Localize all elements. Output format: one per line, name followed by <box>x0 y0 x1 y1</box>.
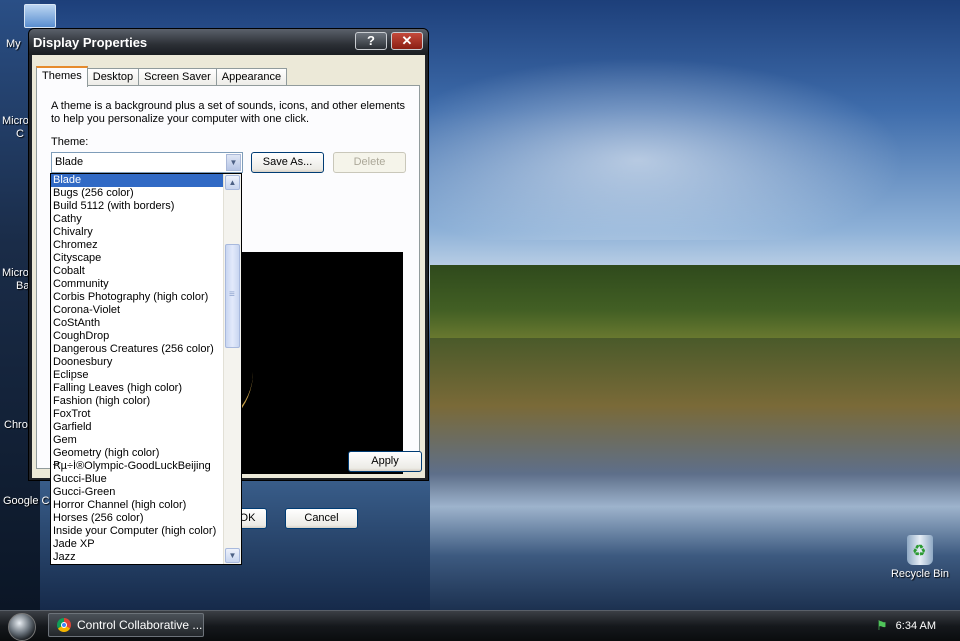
tab-desktop[interactable]: Desktop <box>86 68 140 86</box>
desktop-icon-label[interactable]: C <box>16 128 24 140</box>
theme-list-item[interactable]: Chromez <box>51 239 225 252</box>
tab-appearance[interactable]: Appearance <box>215 68 288 86</box>
theme-list-item[interactable]: CoStAnth <box>51 317 225 330</box>
theme-list-item[interactable]: Gucci-Green <box>51 486 225 499</box>
theme-list-item[interactable]: Eclipse <box>51 369 225 382</box>
taskbar: Control Collaborative ... ⚑ 6:34 AM <box>0 610 960 641</box>
theme-list-item[interactable]: Fashion (high color) <box>51 395 225 408</box>
theme-list-item[interactable]: Inside your Computer (high color) <box>51 525 225 538</box>
close-button[interactable]: ✕ <box>391 32 423 50</box>
save-as-button[interactable]: Save As... <box>251 152 324 173</box>
wallpaper-forest <box>430 265 960 340</box>
theme-list-item[interactable]: Jade XP <box>51 538 225 551</box>
theme-list-item[interactable]: Cobalt <box>51 265 225 278</box>
desktop-icon-google-chrome-label[interactable]: Google Ch <box>3 495 56 507</box>
chrome-icon <box>57 618 71 632</box>
desktop-icon-my-computer-label[interactable]: My <box>6 38 21 50</box>
desktop-icon-label[interactable]: Micro <box>2 267 29 279</box>
theme-list-item[interactable]: Ꞧµ÷Í®Olympic-GoodLuckBeijing <box>51 460 225 473</box>
theme-list-item[interactable]: Dangerous Creatures (256 color) <box>51 343 225 356</box>
help-button[interactable]: ? <box>355 32 387 50</box>
tab-themes[interactable]: Themes <box>36 66 88 87</box>
theme-select-value: Blade <box>55 156 84 168</box>
apply-button[interactable]: Apply <box>348 451 422 472</box>
theme-list-item[interactable]: CoughDrop <box>51 330 225 343</box>
scroll-thumb[interactable] <box>225 244 240 348</box>
theme-list-item[interactable]: Garfield <box>51 421 225 434</box>
tab-screen-saver[interactable]: Screen Saver <box>138 68 217 86</box>
wallpaper-sky <box>430 40 950 240</box>
start-button[interactable] <box>8 613 36 641</box>
desktop-icon-label[interactable]: Chro <box>4 419 28 431</box>
recycle-bin-label: Recycle Bin <box>890 568 950 580</box>
my-computer-icon[interactable] <box>24 4 56 28</box>
window-title: Display Properties <box>33 35 148 50</box>
theme-select[interactable]: Blade ▼ <box>51 152 243 173</box>
system-tray: ⚑ 6:34 AM <box>870 611 960 641</box>
chevron-down-icon[interactable]: ▼ <box>226 154 241 171</box>
theme-dropdown-list[interactable]: Blade Bugs (256 color) Build 5112 (with bo… <box>50 173 242 565</box>
recycle-bin-icon <box>907 535 933 565</box>
theme-list-item[interactable]: Build 5112 (with borders) <box>51 200 225 213</box>
theme-list-item[interactable]: Doonesbury <box>51 356 225 369</box>
theme-list-scrollbar[interactable]: ▲ ▼ <box>223 174 241 564</box>
theme-list-item[interactable]: FoxTrot <box>51 408 225 421</box>
theme-list-items: Blade Bugs (256 color) Build 5112 (with bo… <box>51 174 225 564</box>
theme-list-item[interactable]: Corbis Photography (high color) <box>51 291 225 304</box>
cancel-button[interactable]: Cancel <box>285 508 358 529</box>
theme-list-item[interactable]: Geometry (high color) <box>51 447 225 460</box>
theme-list-item[interactable]: Chivalry <box>51 226 225 239</box>
taskbar-button-label: Control Collaborative ... <box>77 618 203 632</box>
theme-list-item[interactable]: Community <box>51 278 225 291</box>
theme-list-item[interactable]: Horses (256 color) <box>51 512 225 525</box>
theme-list-item[interactable]: Blade <box>51 174 225 187</box>
theme-list-item[interactable]: Gucci-Blue <box>51 473 225 486</box>
theme-list-item[interactable]: Falling Leaves (high color) <box>51 382 225 395</box>
scroll-down-arrow-icon[interactable]: ▼ <box>225 548 240 563</box>
clock[interactable]: 6:34 AM <box>896 620 936 632</box>
title-bar[interactable]: Display Properties ? ✕ <box>29 29 428 55</box>
delete-button[interactable]: Delete <box>333 152 406 173</box>
wallpaper-lake <box>430 338 960 610</box>
network-tray-icon[interactable]: ⚑ <box>876 618 888 634</box>
recycle-bin-shortcut[interactable]: Recycle Bin <box>890 535 950 580</box>
theme-list-item[interactable]: Horror Channel (high color) <box>51 499 225 512</box>
theme-list-item[interactable]: Corona-Violet <box>51 304 225 317</box>
desktop-icon-label[interactable]: Micro <box>2 115 29 127</box>
theme-label: Theme: <box>51 136 89 148</box>
taskbar-button-chrome[interactable]: Control Collaborative ... <box>48 613 204 637</box>
theme-list-item[interactable]: Jazz <box>51 551 225 564</box>
theme-list-item[interactable]: Gem <box>51 434 225 447</box>
theme-list-item[interactable]: Cityscape <box>51 252 225 265</box>
tab-strip: Themes Desktop Screen Saver Appearance <box>36 66 288 87</box>
theme-list-item[interactable]: Cathy <box>51 213 225 226</box>
theme-description: A theme is a background plus a set of so… <box>51 100 406 125</box>
scroll-up-arrow-icon[interactable]: ▲ <box>225 175 240 190</box>
theme-list-item[interactable]: Bugs (256 color) <box>51 187 225 200</box>
